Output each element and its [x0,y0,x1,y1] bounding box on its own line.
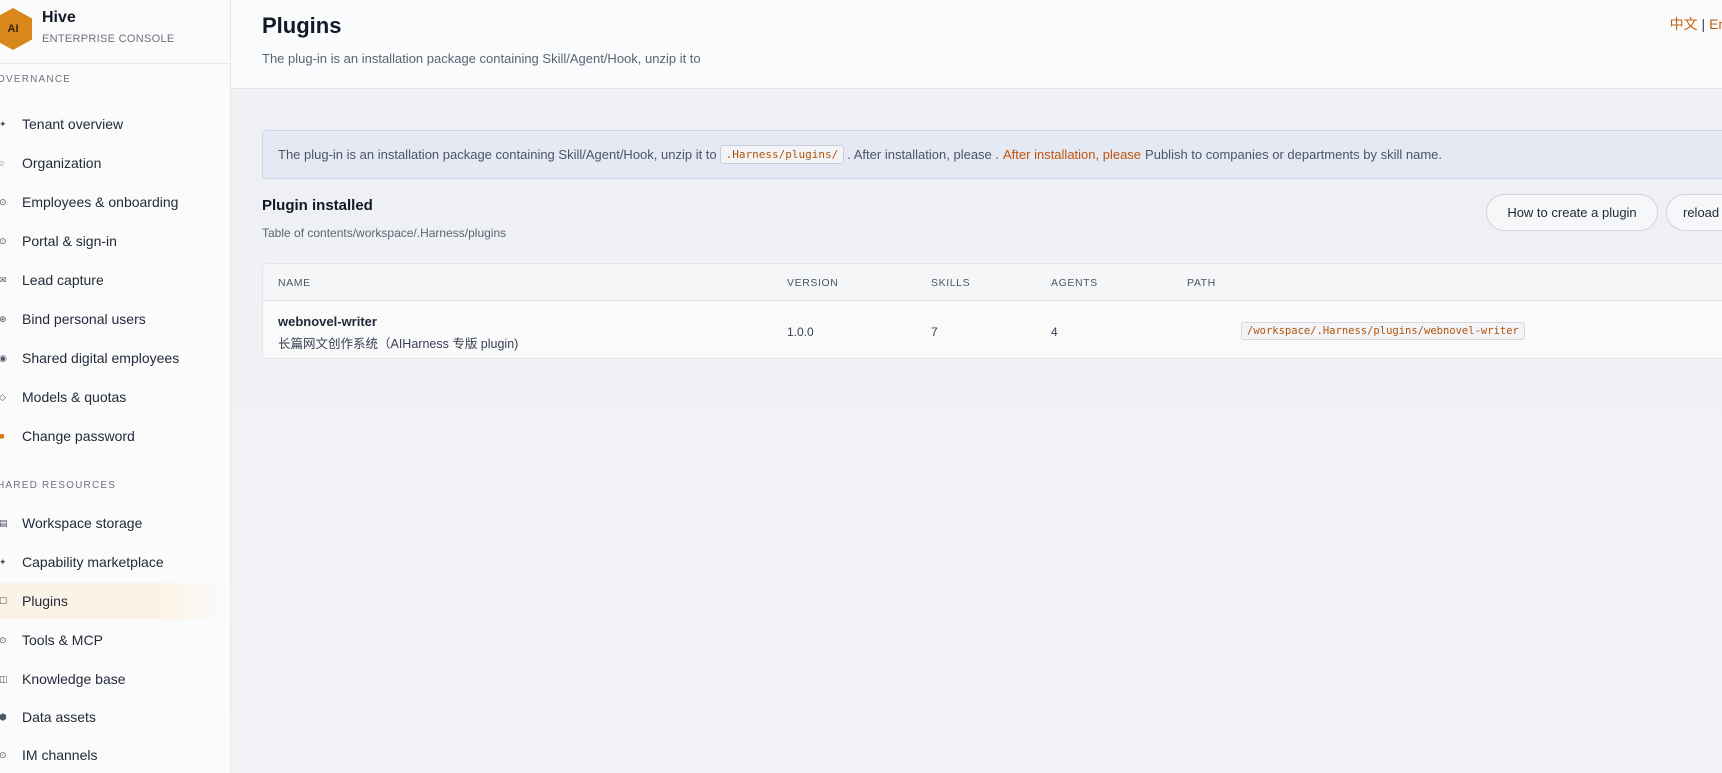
sidebar-item-organization[interactable]: ○ Organization [0,145,230,181]
plugin-path: /workspace/.Harness/plugins/webnovel-wri… [1241,322,1525,340]
sidebar-item-tools-mcp[interactable]: ⊙ Tools & MCP [0,622,230,658]
square-icon: ☐ [0,596,22,607]
notice-code: .Harness/plugins/ [719,145,845,164]
sidebar-item-label: Bind personal users [22,311,146,327]
lang-zh-link[interactable]: 中文 [1670,16,1698,32]
notice-text-after: Publish to companies or departments by s… [1145,147,1443,162]
table-row[interactable]: webnovel-writer 长篇网文创作系统（AIHarness 专版 pl… [263,301,1722,358]
target-icon: ⊙ [0,236,22,247]
section-label-governance: OVERNANCE [0,74,72,85]
sidebar-item-label: Tools & MCP [22,632,103,648]
sidebar-item-tenant-overview[interactable]: ✦ Tenant overview [0,106,230,142]
sidebar-item-label: Plugins [22,593,68,609]
sidebar-item-employees-onboarding[interactable]: ⊙ Employees & onboarding [0,184,230,220]
notice-highlight: After installation, please [1003,147,1142,162]
plugin-skills-count: 7 [931,325,938,339]
sidebar-item-portal-sign-in[interactable]: ⊙ Portal & sign-in [0,223,230,259]
sidebar-item-models-quotas[interactable]: ◇ Models & quotas [0,379,230,415]
sidebar-item-label: Capability marketplace [22,554,164,570]
sidebar-item-capability-marketplace[interactable]: ✦ Capability marketplace [0,544,230,580]
sidebar-item-label: Shared digital employees [22,350,180,366]
notice-text-mid: . After installation, please . [847,147,1000,162]
target-icon: ⊙ [0,635,22,646]
sidebar-item-label: IM channels [22,747,98,763]
storage-icon: ▤ [0,518,22,529]
plugin-description: 长篇网文创作系统（AIHarness 专版 plugin) [278,337,519,351]
page-subtitle: The plug-in is an installation package c… [262,51,701,66]
sidebar-item-label: Change password [22,428,135,444]
plugins-table: NAME VERSION SKILLS AGENTS PATH webnovel… [262,263,1722,359]
sidebar-item-bind-personal-users[interactable]: ⊕ Bind personal users [0,301,230,337]
diamond-icon: ◇ [0,392,22,403]
sidebar-item-plugins[interactable]: ☐ Plugins [0,583,230,619]
language-switcher: 中文 | Eng [1670,14,1722,34]
sidebar-item-workspace-storage[interactable]: ▤ Workspace storage [0,505,230,541]
brand-name: Hive [42,9,76,26]
sidebar-item-label: Employees & onboarding [22,194,179,210]
sparkle-icon: ✦ [0,119,22,130]
sidebar-item-shared-digital-employees[interactable]: ◉ Shared digital employees [0,340,230,376]
book-icon: ◫ [0,674,22,685]
lang-separator: | [1701,16,1706,32]
table-header: NAME VERSION SKILLS AGENTS PATH [263,264,1722,301]
column-header-agents[interactable]: AGENTS [1051,277,1098,289]
brand-logo-icon: AI [0,8,32,50]
lang-en-link[interactable]: Eng [1709,16,1722,32]
sidebar-item-im-channels[interactable]: ⊙ IM channels [0,737,230,773]
sidebar-item-lead-capture[interactable]: ✉ Lead capture [0,262,230,298]
sidebar-item-label: Lead capture [22,272,104,288]
plus-circle-icon: ⊕ [0,314,22,325]
sidebar-item-label: Data assets [22,709,96,725]
dot-ring-icon: ⊙ [0,197,22,208]
record-icon: ◉ [0,353,22,364]
section-label-shared-resources: HARED RESOURCES [0,480,117,491]
lock-icon: ■ [0,431,22,441]
plugin-version: 1.0.0 [787,325,814,339]
mail-icon: ✉ [0,275,22,286]
notice-text-before: The plug-in is an installation package c… [278,147,717,162]
sidebar-item-data-assets[interactable]: ⬢ Data assets [0,699,230,735]
brand-subtitle: ENTERPRISE CONSOLE [42,33,175,45]
how-to-create-plugin-button[interactable]: How to create a plugin [1486,194,1658,231]
reload-button[interactable]: reload [1666,194,1722,231]
sidebar-item-label: Tenant overview [22,116,124,132]
sidebar-item-label: Knowledge base [22,671,126,687]
dot-ring-icon: ⊙ [0,750,22,761]
column-header-name[interactable]: NAME [278,277,311,289]
column-header-skills[interactable]: SKILLS [931,277,970,289]
section-subtitle: Table of contents/workspace/.Harness/plu… [262,226,507,240]
brand-logo-text: AI [7,23,19,35]
column-header-version[interactable]: VERSION [787,277,838,289]
sparkle-icon: ✦ [0,557,22,568]
info-notice: The plug-in is an installation package c… [262,130,1722,179]
plugin-agents-count: 4 [1051,325,1058,339]
brand: AI Hive ENTERPRISE CONSOLE [0,0,230,64]
circle-icon: ○ [0,158,22,168]
sidebar-item-label: Organization [22,155,102,171]
column-header-path[interactable]: PATH [1187,277,1216,289]
sidebar-item-label: Workspace storage [22,515,143,531]
sidebar-item-knowledge-base[interactable]: ◫ Knowledge base [0,661,230,697]
sidebar-item-label: Models & quotas [22,389,127,405]
main-content: The plug-in is an installation package c… [231,90,1722,773]
sidebar-item-label: Portal & sign-in [22,233,117,249]
plugin-name: webnovel-writer [278,314,377,329]
section-title: Plugin installed [262,197,373,214]
hexagon-icon: ⬢ [0,712,22,723]
page-title: Plugins [262,13,342,38]
sidebar-item-change-password[interactable]: ■ Change password [0,418,230,454]
page-header: Plugins The plug-in is an installation p… [231,0,1722,89]
sidebar: AI Hive ENTERPRISE CONSOLE OVERNANCE ✦ T… [0,0,231,773]
